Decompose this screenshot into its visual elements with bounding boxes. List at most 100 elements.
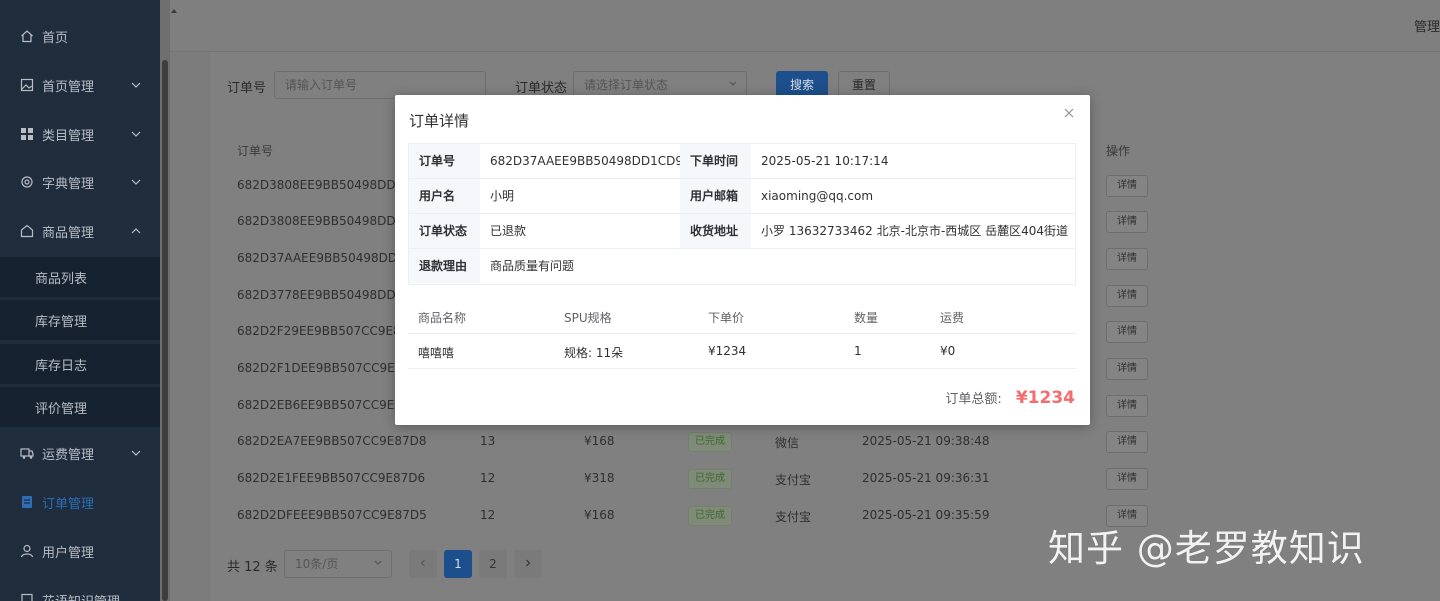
chevron-up-icon: [130, 225, 142, 237]
time-cell: 2025-05-21 09:38:48: [862, 434, 990, 448]
sidebar-item-label: 运费管理: [42, 447, 95, 463]
order-no-cell: 682D2F29EE9BB507CC9E8: [237, 324, 401, 338]
goods-freight-cell: ¥0: [940, 344, 956, 358]
status-label: 订单状态: [515, 81, 568, 96]
page-button-2[interactable]: 2: [479, 550, 507, 578]
sidebar-item-label: 类目管理: [42, 128, 95, 144]
goods-quantity-cell: 1: [854, 344, 862, 358]
chevron-down-icon: [130, 176, 142, 188]
close-icon[interactable]: [1062, 106, 1076, 120]
status-badge: 已完成: [688, 432, 732, 452]
desc-row: 退款理由 商品质量有问题: [409, 249, 1075, 284]
detail-button[interactable]: 详情: [1106, 321, 1148, 343]
table-row: 682D2E1FEE9BB507CC9E87D6 12 ¥318 已完成 支付宝…: [210, 461, 1440, 498]
admin-menu[interactable]: 管理: [1414, 16, 1440, 35]
shop-icon: [20, 224, 34, 238]
sidebar-subitem-goods-list[interactable]: 商品列表: [0, 257, 160, 297]
column-header-price: 下单价: [708, 311, 745, 325]
order-detail-dialog: 订单详情 订单号 682D37AAEE9BB50498DD1CD9 下单时间 2…: [395, 95, 1090, 425]
username-value: 小明: [490, 189, 515, 203]
sidebar-item-flower-knowledge[interactable]: 花语知识管理: [0, 578, 160, 601]
order-no-cell: 682D37AAEE9BB50498DD1C: [237, 251, 414, 265]
desc-row: 订单号 682D37AAEE9BB50498DD1CD9 下单时间 2025-0…: [409, 144, 1075, 179]
order-description: 订单号 682D37AAEE9BB50498DD1CD9 下单时间 2025-0…: [408, 143, 1076, 285]
quantity-cell: 13: [480, 434, 496, 448]
email-value: xiaoming@qq.com: [761, 189, 874, 203]
sidebar-item-label: 用户管理: [42, 545, 95, 561]
goods-table-header: 商品名称 SPU规格 下单价 数量 运费: [408, 299, 1076, 334]
username-label: 用户名: [409, 179, 480, 213]
detail-button[interactable]: 详情: [1106, 431, 1148, 453]
pagination-total: 共 12 条: [227, 560, 278, 575]
detail-button[interactable]: 详情: [1106, 248, 1148, 270]
goods-price-cell: ¥1234: [708, 344, 747, 358]
order-no-cell: 682D2EA7EE9BB507CC9E87D8: [237, 434, 427, 448]
sidebar-item-label: 字典管理: [42, 176, 95, 192]
column-header-order-no: 订单号: [237, 144, 274, 158]
sidebar-subitem-reviews[interactable]: 评价管理: [0, 387, 160, 427]
book-icon: [20, 593, 34, 601]
page-size-select[interactable]: 10条/页: [284, 550, 392, 578]
column-header-freight: 运费: [940, 311, 965, 325]
order-no-cell: 682D3808EE9BB50498DD1C: [237, 214, 412, 228]
detail-button[interactable]: 详情: [1106, 211, 1148, 233]
order-no-cell: 682D2E1FEE9BB507CC9E87D6: [237, 471, 426, 485]
detail-button[interactable]: 详情: [1106, 395, 1148, 417]
page-size-value: 10条/页: [295, 557, 339, 571]
sidebar-subitem-label: 评价管理: [35, 401, 88, 417]
sidebar-item-home[interactable]: 首页: [0, 14, 160, 58]
sidebar-subitem-inventory-log[interactable]: 库存日志: [0, 344, 160, 384]
detail-button[interactable]: 详情: [1106, 175, 1148, 197]
sidebar-item-home-manage[interactable]: 首页管理: [0, 63, 160, 107]
sidebar-subitem-label: 库存日志: [35, 358, 88, 374]
sidebar: 首页 首页管理 类目管理 字典管理 商品管理 商品列表 库存管理 库存日志 评价…: [0, 0, 160, 601]
detail-button[interactable]: 详情: [1106, 358, 1148, 380]
email-label: 用户邮箱: [680, 179, 751, 213]
price-cell: ¥168: [584, 508, 615, 522]
sidebar-item-label: 商品管理: [42, 225, 95, 241]
sidebar-subitem-inventory[interactable]: 库存管理: [0, 300, 160, 340]
detail-button[interactable]: 详情: [1106, 468, 1148, 490]
refund-reason-label: 退款理由: [409, 249, 480, 283]
order-no-cell: 682D3808EE9BB50498DD1C: [237, 178, 412, 192]
scrollbar-thumb[interactable]: [162, 60, 168, 601]
watermark: 知乎 @老罗教知识: [1048, 527, 1365, 570]
chevron-down-icon: [373, 551, 383, 577]
order-no-label: 订单号: [409, 144, 480, 178]
time-cell: 2025-05-21 09:36:31: [862, 471, 990, 485]
refund-reason-value: 商品质量有问题: [490, 259, 575, 273]
chevron-down-icon: [130, 79, 142, 91]
next-page-button[interactable]: [514, 550, 542, 578]
page-button-1[interactable]: 1: [444, 550, 472, 578]
sidebar-item-users[interactable]: 用户管理: [0, 529, 160, 573]
sidebar-item-freight[interactable]: 运费管理: [0, 431, 160, 475]
image-icon: [20, 78, 34, 92]
address-label: 收货地址: [680, 214, 751, 248]
order-no-cell: 682D3778EE9BB50498DD1C: [237, 288, 412, 302]
sidebar-item-orders[interactable]: 订单管理: [0, 480, 160, 524]
status-value: 已退款: [490, 224, 527, 238]
sidebar-scrollbar[interactable]: [160, 0, 170, 601]
status-label: 订单状态: [409, 214, 480, 248]
chevron-down-icon: [130, 128, 142, 140]
sidebar-item-label: 首页管理: [42, 79, 95, 95]
column-header-quantity: 数量: [854, 311, 879, 325]
detail-button[interactable]: 详情: [1106, 285, 1148, 307]
desc-row: 用户名 小明 用户邮箱 xiaoming@qq.com: [409, 179, 1075, 214]
order-no-value: 682D37AAEE9BB50498DD1CD9: [490, 154, 683, 168]
sidebar-item-goods[interactable]: 商品管理: [0, 209, 160, 253]
address-value: 小罗 13632733462 北京-北京市-西城区 岳麓区404街道: [761, 224, 1068, 238]
chevron-left-icon: [420, 559, 425, 567]
user-icon: [20, 544, 34, 558]
payment-cell: 微信: [775, 436, 800, 450]
prev-page-button[interactable]: [409, 550, 437, 578]
table-row: 682D2EA7EE9BB507CC9E87D8 13 ¥168 已完成 微信 …: [210, 424, 1440, 461]
sidebar-item-dictionary[interactable]: 字典管理: [0, 160, 160, 204]
order-total: 订单总额: ¥1234: [945, 388, 1075, 408]
sidebar-item-category[interactable]: 类目管理: [0, 112, 160, 156]
sidebar-item-label: 订单管理: [42, 496, 95, 512]
order-total-value: ¥1234: [1015, 388, 1075, 408]
status-badge: 已完成: [688, 469, 732, 489]
collapse-icon[interactable]: [170, 4, 178, 13]
payment-cell: 支付宝: [775, 473, 812, 487]
